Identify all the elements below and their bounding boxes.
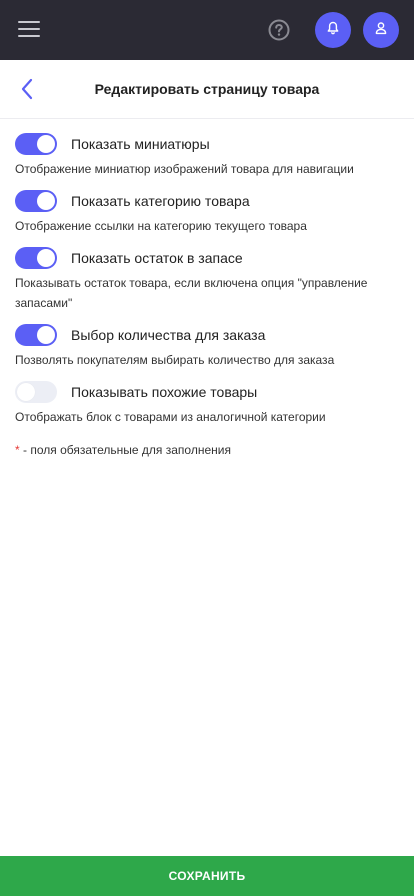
toggle-show-category[interactable] — [15, 190, 57, 212]
setting-quantity-select: Выбор количества для заказа Позволять по… — [15, 324, 400, 381]
toggle-related-products[interactable] — [15, 381, 57, 403]
setting-description: Показывать остаток товара, если включена… — [15, 276, 368, 310]
setting-related-products: Показывать похожие товары Отображать бло… — [15, 381, 400, 438]
setting-show-stock: Показать остаток в запасе Показывать ост… — [15, 247, 400, 324]
hamburger-icon[interactable] — [18, 19, 40, 39]
toggle-show-thumbnails[interactable] — [15, 133, 57, 155]
user-icon — [374, 21, 388, 40]
toggle-quantity-select[interactable] — [15, 324, 57, 346]
required-fields-note: * - поля обязательные для заполнения — [15, 443, 231, 457]
question-circle-icon[interactable] — [268, 19, 290, 41]
page-header: Редактировать страницу товара — [0, 60, 414, 119]
setting-description: Отображение миниатюр изображений товара … — [15, 162, 354, 176]
notifications-button[interactable] — [315, 12, 351, 48]
page-title: Редактировать страницу товара — [94, 81, 320, 97]
top-bar — [0, 0, 414, 60]
setting-label: Выбор количества для заказа — [71, 327, 266, 343]
setting-description: Позволять покупателям выбирать количеств… — [15, 353, 335, 367]
setting-label: Показать категорию товара — [71, 193, 250, 209]
save-button[interactable]: СОХРАНИТЬ — [0, 856, 414, 896]
setting-label: Показать миниатюры — [71, 136, 210, 152]
required-note-text: - поля обязательные для заполнения — [19, 443, 231, 457]
setting-show-thumbnails: Показать миниатюры Отображение миниатюр … — [15, 133, 400, 190]
settings-list: Показать миниатюры Отображение миниатюр … — [15, 133, 400, 438]
toggle-show-stock[interactable] — [15, 247, 57, 269]
setting-label: Показать остаток в запасе — [71, 250, 243, 266]
setting-show-category: Показать категорию товара Отображение сс… — [15, 190, 400, 247]
setting-label: Показывать похожие товары — [71, 384, 258, 400]
profile-button[interactable] — [363, 12, 399, 48]
setting-description: Отображать блок с товарами из аналогично… — [15, 410, 326, 424]
setting-description: Отображение ссылки на категорию текущего… — [15, 219, 307, 233]
bell-icon — [326, 21, 340, 40]
